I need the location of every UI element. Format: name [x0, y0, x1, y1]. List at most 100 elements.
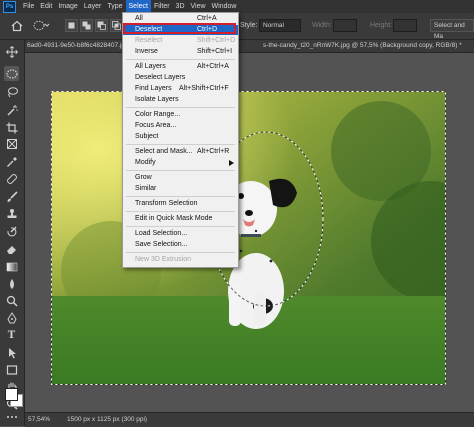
menu-separator — [126, 59, 235, 60]
menu-item-transform-selection[interactable]: Transform Selection — [123, 199, 238, 209]
menu-item-label: Color Range... — [135, 111, 181, 118]
menu-item-shortcut: Ctrl+A — [197, 15, 217, 22]
document-tab-title: 6ad0-4931-9e50-b8f6c4828407.jp — [27, 42, 125, 49]
menu-item-label: Grow — [135, 174, 152, 181]
dodge-icon[interactable] — [4, 293, 19, 308]
menu-item-shortcut: Shift+Ctrl+D — [197, 37, 236, 44]
menu-item-shortcut: Alt+Ctrl+R — [197, 148, 230, 155]
rectangle-shape-icon[interactable] — [4, 362, 19, 377]
image-canvas[interactable] — [51, 91, 446, 385]
menu-layer[interactable]: Layer — [81, 0, 105, 13]
type-icon[interactable]: T — [4, 328, 19, 343]
pen-icon[interactable] — [4, 310, 19, 325]
menu-item-label: Similar — [135, 185, 157, 192]
menu-item-select-and-mask[interactable]: Select and Mask... Alt+Ctrl+R — [123, 147, 238, 157]
menu-item-deselect-layers[interactable]: Deselect Layers — [123, 73, 238, 83]
frame-icon[interactable] — [4, 136, 19, 151]
menu-item-inverse[interactable]: Inverse Shift+Ctrl+I — [123, 47, 238, 57]
dog-photo — [51, 91, 446, 385]
healing-brush-icon[interactable] — [4, 171, 19, 186]
deselect-highlight-outline — [123, 23, 236, 34]
menu-item-all-layers[interactable]: All Layers Alt+Ctrl+A — [123, 62, 238, 72]
menu-item-similar[interactable]: Similar — [123, 184, 238, 194]
photoshop-logo: Ps — [3, 0, 16, 13]
home-icon[interactable] — [10, 20, 24, 32]
add-selection-icon[interactable] — [80, 19, 93, 32]
menu-item-label: Subject — [135, 133, 159, 140]
width-input[interactable] — [333, 19, 357, 32]
menu-separator — [126, 196, 235, 197]
style-select[interactable]: Normal — [259, 19, 301, 32]
menu-item-label: Deselect Layers — [135, 74, 186, 81]
menu-item-label: Modify — [135, 159, 156, 166]
menu-edit[interactable]: Edit — [37, 0, 55, 13]
menu-item-label: Isolate Layers — [135, 96, 179, 103]
menu-separator — [126, 170, 235, 171]
subtract-selection-icon[interactable] — [95, 19, 108, 32]
marquee-preset-icon[interactable] — [32, 19, 50, 32]
menu-item-shortcut: Shift+Ctrl+I — [197, 48, 233, 55]
document-tab-title-continued: s-the-candy_t20_nRnW7K.jpg @ 57,5% (Back… — [263, 42, 462, 49]
blur-icon[interactable] — [4, 276, 19, 291]
menu-image[interactable]: Image — [55, 0, 80, 13]
menu-item-grow[interactable]: Grow — [123, 173, 238, 183]
menu-file[interactable]: File — [20, 0, 37, 13]
width-label: Width: — [312, 22, 332, 29]
menu-item-label: New 3D Extrusion — [135, 256, 192, 263]
menu-item-label: Select and Mask... — [135, 148, 193, 155]
menu-item-label: Reselect — [135, 37, 163, 44]
menu-item-focus-area[interactable]: Focus Area... — [123, 121, 238, 131]
height-input[interactable] — [393, 19, 417, 32]
document-tab[interactable]: 6ad0-4931-9e50-b8f6c4828407.jp s-the-can… — [25, 40, 474, 53]
zoom-level[interactable]: 57,54% — [28, 416, 50, 423]
path-select-icon[interactable] — [4, 345, 19, 360]
select-and-mask-button[interactable]: Select and Ma — [430, 19, 474, 40]
menu-item-save-selection[interactable]: Save Selection... — [123, 240, 238, 250]
menu-item-label: Inverse — [135, 48, 158, 55]
height-label: Height: — [370, 22, 393, 29]
select-menu-dropdown: All Ctrl+A Deselect Ctrl+D Reselect Shift+C… — [122, 12, 239, 268]
menu-item-find-layers[interactable]: Find Layers Alt+Shift+Ctrl+F — [123, 84, 238, 94]
lasso-icon[interactable] — [4, 84, 19, 99]
select-and-mask-label: Select and Ma — [434, 22, 465, 40]
menu-separator — [126, 226, 235, 227]
new-selection-icon[interactable] — [65, 19, 78, 32]
style-value: Normal — [263, 22, 284, 29]
menu-item-label: Edit in Quick Mask Mode — [135, 215, 213, 222]
menu-item-isolate-layers[interactable]: Isolate Layers — [123, 95, 238, 105]
menu-item-shortcut: Alt+Shift+Ctrl+F — [179, 85, 229, 92]
menu-separator — [126, 107, 235, 108]
brush-icon[interactable] — [4, 189, 19, 204]
style-label: Style: — [240, 22, 258, 29]
eraser-icon[interactable] — [4, 241, 19, 256]
menu-separator — [126, 252, 235, 253]
menu-separator — [126, 144, 235, 145]
menu-item-quick-mask[interactable]: Edit in Quick Mask Mode — [123, 214, 238, 224]
menu-item-reselect: Reselect Shift+Ctrl+D — [123, 36, 238, 46]
elliptical-marquee-icon[interactable] — [4, 66, 19, 81]
crop-icon[interactable] — [4, 120, 19, 135]
document-dimensions: 1500 px x 1125 px (300 ppi) — [67, 416, 148, 423]
menu-item-label: All Layers — [135, 63, 166, 70]
eyedropper-icon[interactable] — [4, 154, 19, 169]
menu-separator — [126, 211, 235, 212]
menu-item-label: Focus Area... — [135, 122, 177, 129]
menu-item-modify[interactable]: Modify — [123, 158, 238, 168]
clone-stamp-icon[interactable] — [4, 206, 19, 221]
history-brush-icon[interactable] — [4, 224, 19, 239]
menu-item-subject[interactable]: Subject — [123, 132, 238, 142]
menu-item-label: Save Selection... — [135, 241, 188, 248]
quick-select-icon[interactable] — [4, 102, 19, 117]
menu-item-label: Transform Selection — [135, 200, 198, 207]
more-tools-icon[interactable] — [4, 412, 19, 422]
gradient-icon[interactable] — [4, 259, 19, 274]
menu-item-label: All — [135, 15, 143, 22]
foreground-color-swatch[interactable] — [5, 388, 18, 401]
move-icon[interactable] — [4, 44, 19, 59]
menu-item-load-selection[interactable]: Load Selection... — [123, 229, 238, 239]
menu-item-color-range[interactable]: Color Range... — [123, 110, 238, 120]
menu-item-label: Find Layers — [135, 85, 172, 92]
menu-item-label: Load Selection... — [135, 230, 188, 237]
menu-item-new-3d-extrusion: New 3D Extrusion — [123, 255, 238, 265]
tools-panel: T — [0, 40, 25, 426]
